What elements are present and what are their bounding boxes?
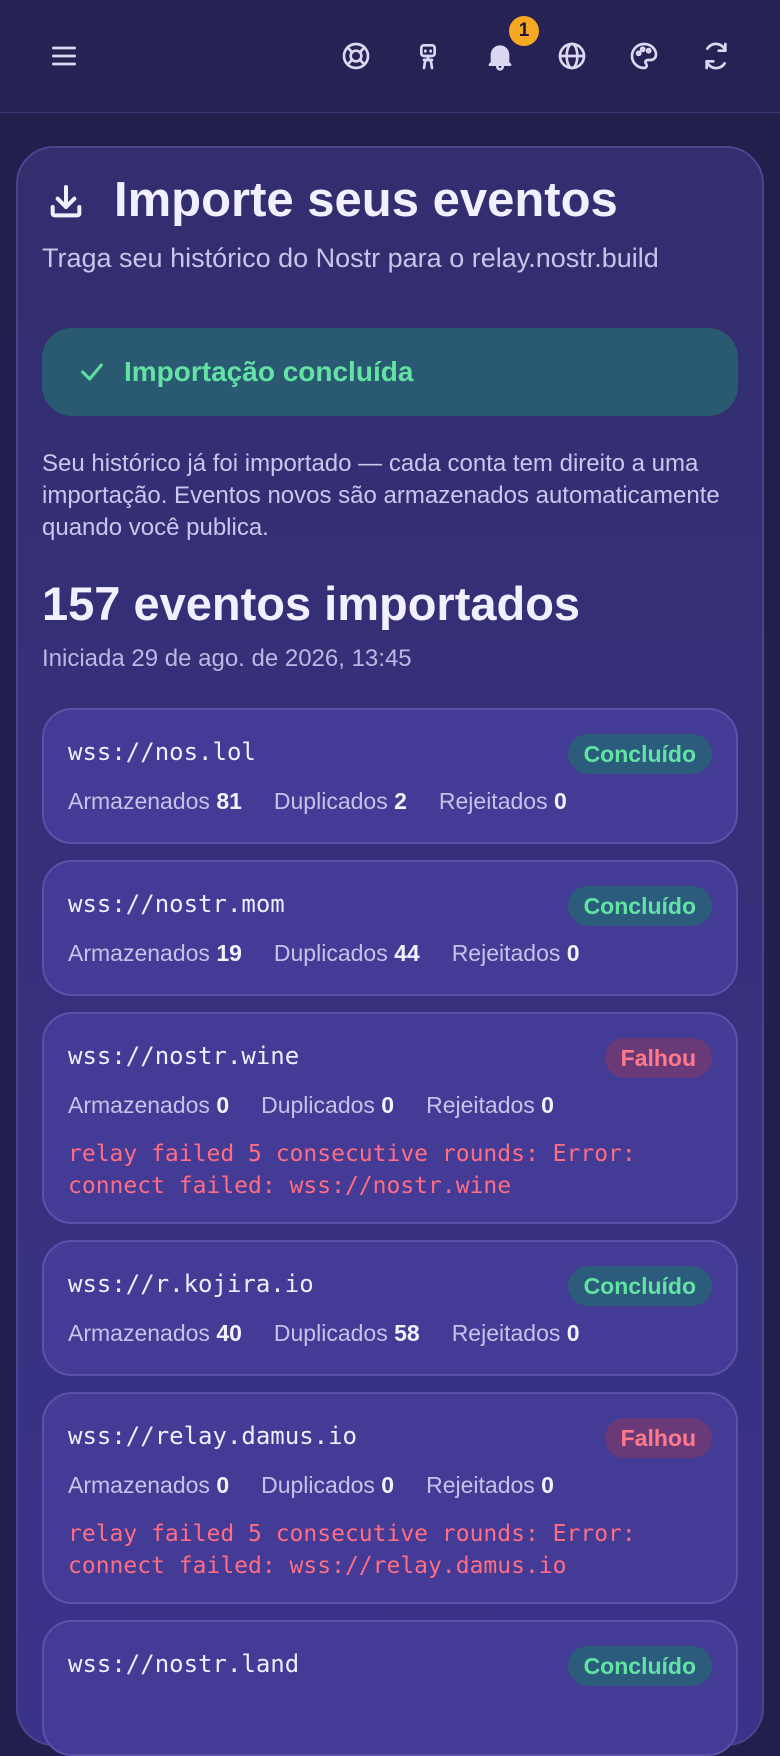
relay-item: wss://r.kojira.io Concluído Armazenados … [42, 1240, 738, 1376]
relay-stats: Armazenados 81 Duplicados 2 Rejeitados 0 [68, 788, 567, 815]
check-icon [81, 363, 103, 381]
relay-url: wss://nostr.land [68, 1650, 300, 1678]
import-info-text: Seu histórico já foi importado — cada co… [42, 450, 720, 541]
page-title: Importe seus eventos [114, 173, 618, 227]
relay-item: wss://relay.damus.io Falhou Armazenados … [42, 1392, 738, 1604]
rejected-stat: Rejeitados 0 [438, 788, 567, 814]
relay-url: wss://relay.damus.io [68, 1422, 357, 1450]
relay-stats: Armazenados 19 Duplicados 44 Rejeitados … [68, 940, 580, 967]
duplicates-stat: Duplicados 44 [273, 940, 420, 966]
rejected-stat: Rejeitados 0 [451, 940, 580, 966]
status-badge: Concluído [567, 1266, 712, 1306]
relay-item: wss://nos.lol Concluído Armazenados 81 D… [42, 708, 738, 844]
relay-item: wss://nostr.mom Concluído Armazenados 19… [42, 860, 738, 996]
import-success-banner: Importação concluída [42, 328, 738, 416]
globe-icon[interactable] [550, 34, 594, 78]
relay-error-message: relay failed 5 consecutive rounds: Error… [68, 1141, 636, 1199]
notification-badge: 1 [509, 16, 539, 46]
success-text: Importação concluída [124, 356, 414, 387]
import-started-time: Iniciada 29 de ago. de 2026, 13:45 [42, 645, 412, 672]
refresh-icon[interactable] [694, 34, 738, 78]
stored-stat: Armazenados 40 [68, 1320, 242, 1346]
relay-stats: Armazenados 0 Duplicados 0 Rejeitados 0 [68, 1472, 554, 1499]
imported-count-heading: 157 eventos importados [42, 577, 581, 630]
status-badge: Concluído [567, 734, 712, 774]
top-bar: 1 [0, 0, 780, 113]
stored-stat: Armazenados 81 [68, 788, 242, 814]
download-icon [46, 182, 86, 222]
stored-stat: Armazenados 19 [68, 940, 242, 966]
duplicates-stat: Duplicados 2 [273, 788, 407, 814]
page-subtitle: Traga seu histórico do Nostr para o rela… [42, 243, 659, 273]
relay-url: wss://nostr.mom [68, 890, 285, 918]
rejected-stat: Rejeitados 0 [426, 1092, 554, 1118]
rejected-stat: Rejeitados 0 [426, 1472, 554, 1498]
relay-url: wss://nos.lol [68, 738, 256, 766]
relay-url: wss://r.kojira.io [68, 1270, 314, 1298]
relay-item: wss://nostr.wine Falhou Armazenados 0 Du… [42, 1012, 738, 1224]
status-badge: Falhou [604, 1418, 712, 1458]
status-badge: Concluído [567, 886, 712, 926]
stored-stat: Armazenados 0 [68, 1472, 230, 1498]
robot-icon[interactable] [406, 34, 450, 78]
relay-item: wss://nostr.land Concluído [42, 1620, 738, 1756]
rejected-stat: Rejeitados 0 [451, 1320, 580, 1346]
relay-stats: Armazenados 0 Duplicados 0 Rejeitados 0 [68, 1092, 554, 1119]
duplicates-stat: Duplicados 58 [273, 1320, 420, 1346]
duplicates-stat: Duplicados 0 [261, 1472, 395, 1498]
hamburger-menu-icon[interactable] [42, 34, 86, 78]
status-badge: Concluído [567, 1646, 712, 1686]
relay-url: wss://nostr.wine [68, 1042, 300, 1070]
stored-stat: Armazenados 0 [68, 1092, 230, 1118]
relay-stats: Armazenados 40 Duplicados 58 Rejeitados … [68, 1320, 580, 1347]
status-badge: Falhou [604, 1038, 712, 1078]
palette-icon[interactable] [622, 34, 666, 78]
lifebuoy-icon[interactable] [334, 34, 378, 78]
relay-error-message: relay failed 5 consecutive rounds: Error… [68, 1521, 636, 1579]
duplicates-stat: Duplicados 0 [261, 1092, 395, 1118]
